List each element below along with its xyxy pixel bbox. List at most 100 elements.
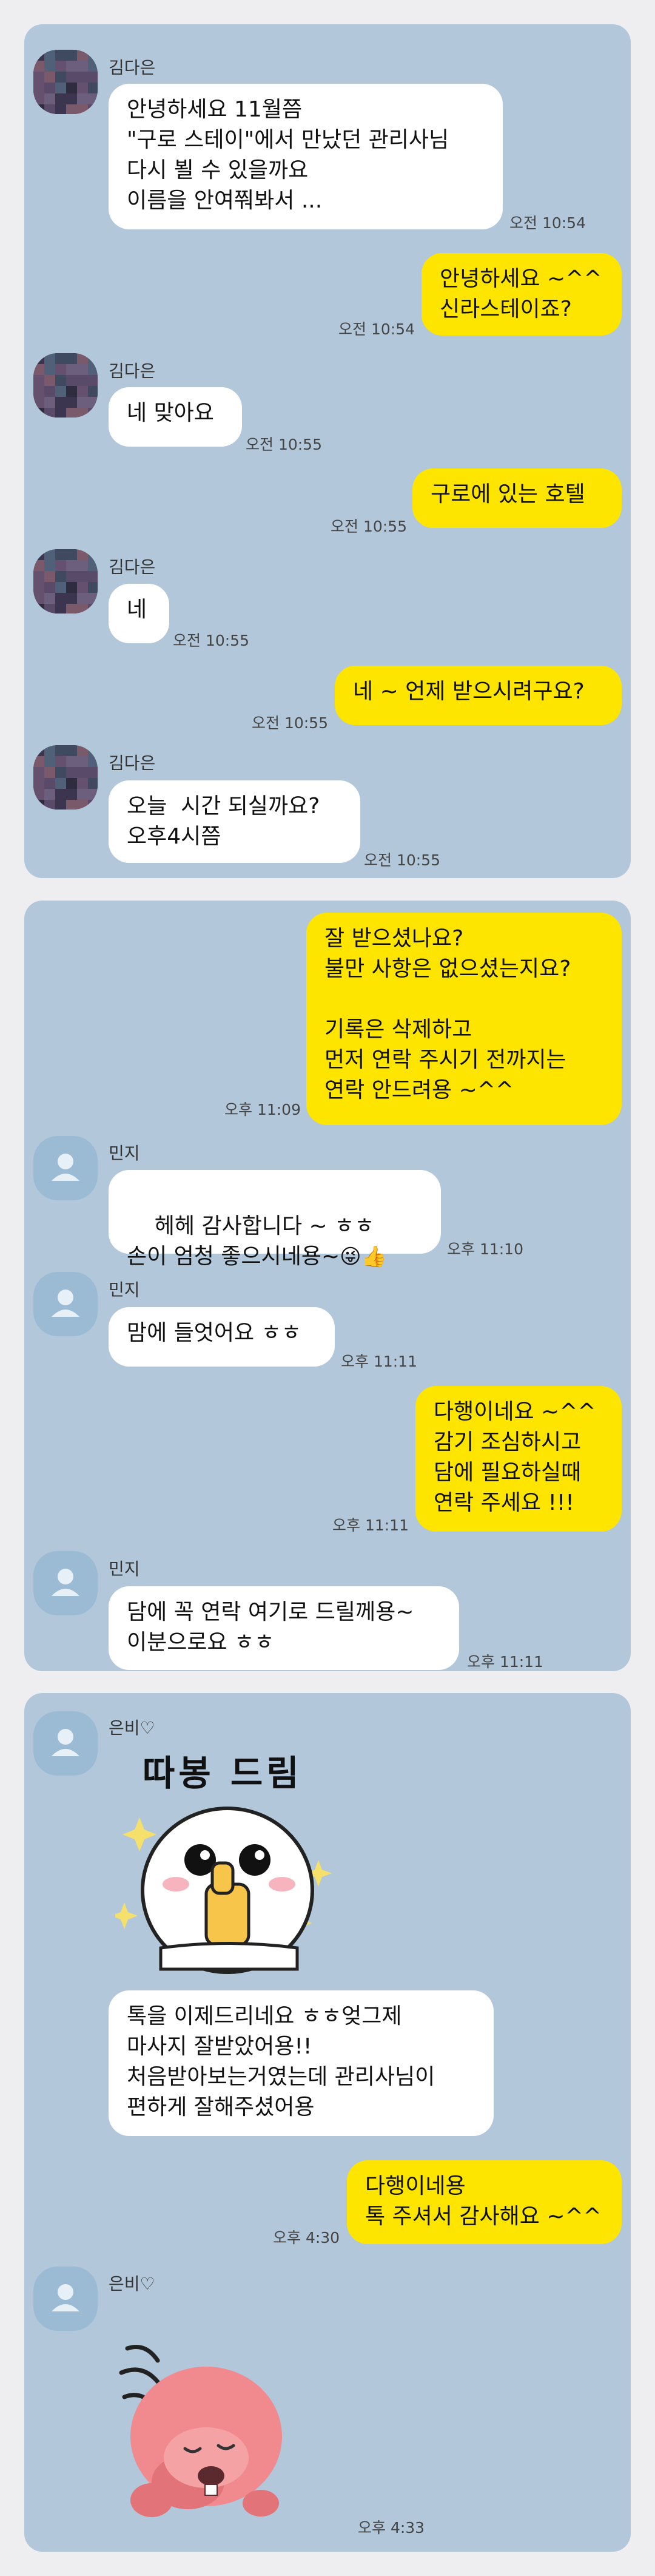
avatar-pixel: [77, 50, 88, 61]
avatar-pixel: [77, 560, 88, 571]
avatar[interactable]: [33, 549, 98, 614]
avatar-pixel: [77, 800, 88, 810]
avatar-pixel: [44, 778, 55, 789]
avatar-pixel: [55, 604, 66, 614]
avatar-pixel: [55, 756, 66, 767]
message-bubble[interactable]: 다행이네용 톡 주셔서 감사해요 ~^^: [347, 2160, 622, 2244]
avatar-pixel: [55, 353, 66, 364]
timestamp: 오후 11:11: [341, 1353, 417, 1370]
pink-beaver-sticker[interactable]: [115, 2330, 297, 2530]
avatar-pixel: [55, 571, 66, 582]
avatar-pixel: [66, 549, 77, 560]
avatar-pixel: [55, 593, 66, 604]
message-bubble[interactable]: 안녕하세요 11월쯤 "구로 스테이"에서 만났던 관리사님 다시 뵐 수 있을…: [109, 84, 503, 229]
avatar-pixel: [77, 83, 88, 93]
thumbs-up-sticker[interactable]: 따봉 드림: [115, 1745, 400, 1987]
avatar-pixel: [44, 61, 55, 72]
message-bubble[interactable]: 맘에 들엇어요 ㅎㅎ: [109, 1307, 335, 1367]
avatar-pixel: [66, 364, 77, 375]
avatar-pixel: [88, 549, 98, 560]
avatar-pixel: [33, 549, 44, 560]
avatar-pixel: [33, 386, 44, 397]
avatar-pixel: [77, 789, 88, 800]
message-bubble[interactable]: 헤헤 감사합니다 ~ ㅎㅎ 손이 엄청 좋으시네용~😜👍: [109, 1170, 441, 1269]
avatar-pixel: [66, 375, 77, 386]
avatar[interactable]: [33, 1272, 98, 1336]
message-bubble[interactable]: 오늘 시간 되실까요? 오후4시쯤: [109, 780, 360, 863]
avatar-pixel: [33, 72, 44, 83]
avatar-pixel: [66, 789, 77, 800]
avatar[interactable]: [33, 353, 98, 418]
sender-name: 민지: [109, 1280, 140, 1300]
avatar-pixel: [33, 800, 44, 810]
avatar-pixel: [77, 353, 88, 364]
avatar-pixel: [55, 549, 66, 560]
chat-screenshot-3: 은비♡ 따봉 드림 톡을 이제드리네요 ㅎㅎ엊그제 마사지 잘받았어용!! 처음…: [24, 1693, 631, 2552]
avatar-pixel: [88, 560, 98, 571]
message-bubble[interactable]: 네 맞아요: [109, 387, 242, 447]
avatar-pixel: [44, 375, 55, 386]
timestamp: 오전 10:55: [364, 851, 440, 869]
message-bubble[interactable]: 담에 꼭 연락 여기로 드릴께용~ 이분으로요 ㅎㅎ: [109, 1586, 459, 1670]
avatar-pixel: [88, 571, 98, 582]
avatar-pixel: [77, 61, 88, 72]
avatar-pixel: [88, 375, 98, 386]
message-bubble[interactable]: 다행이네요 ~^^ 감기 조심하시고 담에 필요하실때 연락 주세요 !!!: [415, 1386, 622, 1532]
avatar-pixel: [66, 408, 77, 418]
chat-screenshot-2: 잘 받으셨나요? 불만 사항은 없으셨는지요? 기록은 삭제하고 먼저 연락 주…: [24, 901, 631, 1671]
avatar-pixel: [77, 93, 88, 104]
avatar-pixel: [88, 604, 98, 614]
avatar-pixel: [77, 604, 88, 614]
avatar-pixel: [55, 375, 66, 386]
avatar[interactable]: [33, 1136, 98, 1200]
avatar-pixel: [33, 604, 44, 614]
avatar-pixel: [33, 789, 44, 800]
sender-name: 김다은: [109, 58, 156, 78]
avatar-pixel: [33, 353, 44, 364]
avatar-pixel: [66, 756, 77, 767]
avatar-pixel: [66, 353, 77, 364]
message-bubble[interactable]: 네: [109, 584, 169, 643]
avatar-pixel: [66, 61, 77, 72]
avatar-pixel: [55, 397, 66, 408]
avatar[interactable]: [33, 1551, 98, 1615]
timestamp: 오전 10:55: [173, 632, 249, 649]
message-text: 헤헤 감사합니다 ~ ㅎㅎ 손이 엄청 좋으시네용~: [127, 1214, 375, 1269]
avatar-pixel: [88, 408, 98, 418]
avatar-pixel: [88, 582, 98, 593]
emoji-wink-thumbsup-icon: 😜👍: [340, 1245, 387, 1269]
message-bubble[interactable]: 잘 받으셨나요? 불만 사항은 없으셨는지요? 기록은 삭제하고 먼저 연락 주…: [306, 913, 622, 1125]
avatar-pixel: [77, 582, 88, 593]
avatar[interactable]: [33, 50, 98, 114]
message-bubble[interactable]: 구로에 있는 호텔: [412, 468, 622, 528]
timestamp: 오후 4:33: [358, 2519, 425, 2537]
avatar-pixel: [44, 560, 55, 571]
timestamp: 오후 11:10: [447, 1240, 523, 1258]
avatar-pixel: [77, 593, 88, 604]
avatar[interactable]: [33, 745, 98, 810]
avatar-pixel: [88, 756, 98, 767]
avatar[interactable]: [33, 2267, 98, 2331]
avatar-pixel: [44, 745, 55, 756]
avatar-pixel: [44, 386, 55, 397]
sender-name: 김다은: [109, 557, 156, 577]
avatar-pixel: [44, 593, 55, 604]
avatar-pixel: [33, 104, 44, 114]
avatar-pixel: [33, 364, 44, 375]
message-bubble[interactable]: 네 ~ 언제 받으시려구요?: [335, 666, 622, 725]
timestamp: 오후 4:30: [273, 2229, 340, 2246]
avatar-pixel: [44, 93, 55, 104]
avatar-pixel: [33, 83, 44, 93]
user-silhouette-icon: [52, 1290, 79, 1317]
avatar-pixel: [88, 50, 98, 61]
avatar-pixel: [66, 397, 77, 408]
avatar-pixel: [77, 767, 88, 778]
avatar-pixel: [77, 397, 88, 408]
message-bubble[interactable]: 톡을 이제드리네요 ㅎㅎ엊그제 마사지 잘받았어용!! 처음받아보는거였는데 관…: [109, 1990, 494, 2136]
avatar-pixel: [88, 397, 98, 408]
message-bubble[interactable]: 안녕하세요 ~^^ 신라스테이죠?: [422, 253, 622, 336]
avatar-pixel: [88, 364, 98, 375]
avatar[interactable]: [33, 1711, 98, 1776]
sticker-caption: 따봉 드림: [143, 1753, 303, 1794]
avatar-pixel: [44, 767, 55, 778]
